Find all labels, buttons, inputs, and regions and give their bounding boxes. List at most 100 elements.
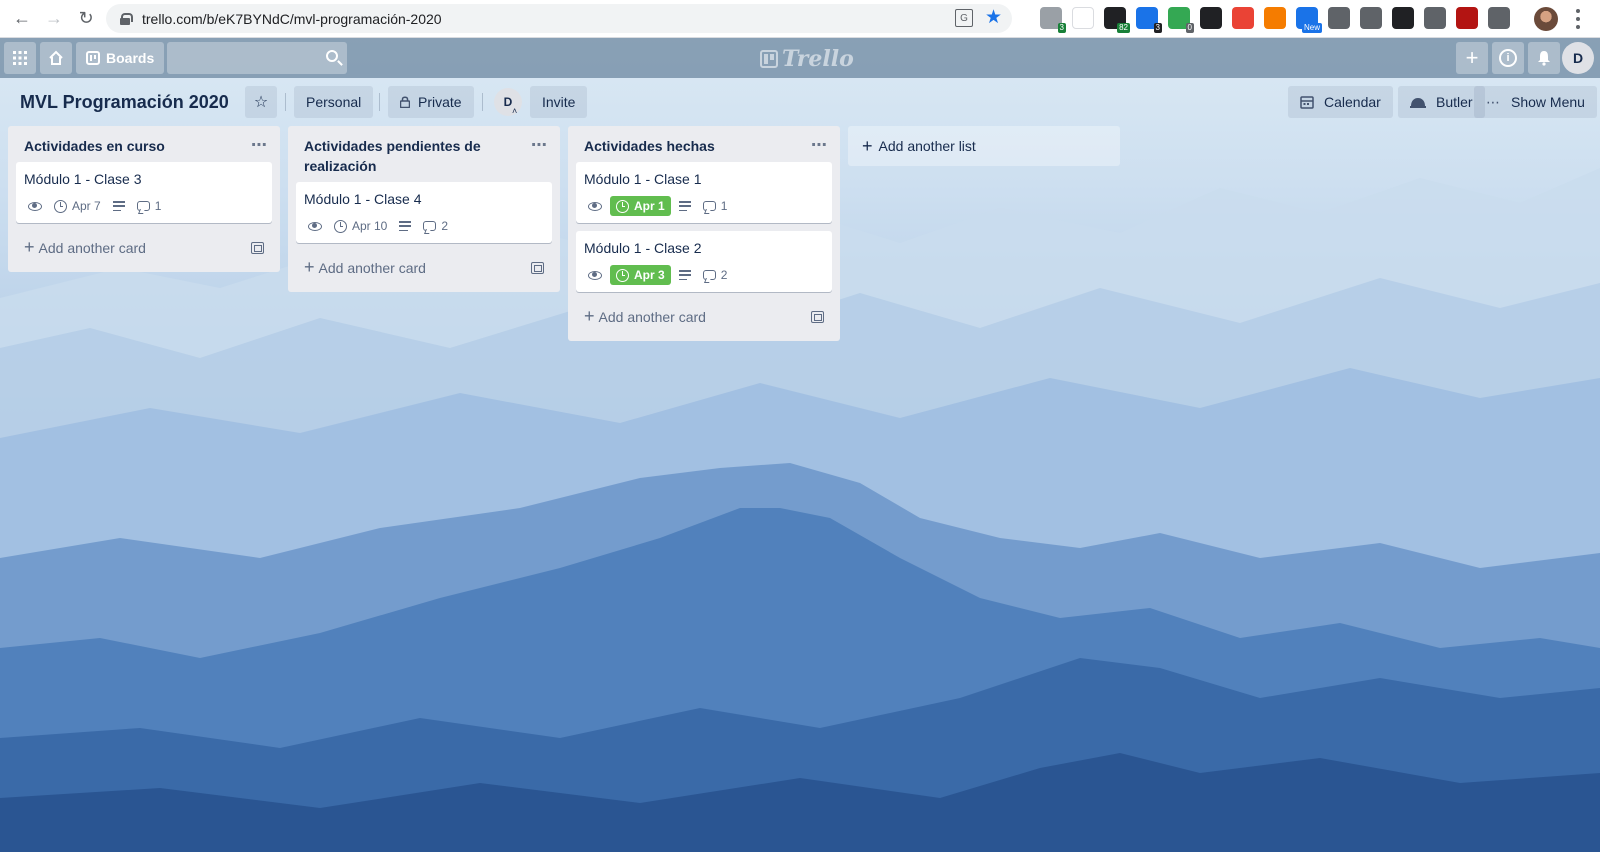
grid-icon xyxy=(13,51,27,65)
ext-12-icon[interactable] xyxy=(1392,7,1414,29)
list-menu-dots-icon[interactable]: ⋯ xyxy=(811,136,828,156)
list-header[interactable]: Actividades pendientes de realización ⋯ xyxy=(288,126,560,182)
card-badges: Apr 7 1 xyxy=(24,195,264,217)
add-card-label: Add another card xyxy=(318,260,426,276)
boards-button[interactable]: Boards xyxy=(76,42,165,74)
comment-icon xyxy=(702,270,716,280)
card-template-icon[interactable] xyxy=(531,261,544,274)
eye-icon xyxy=(588,201,602,211)
invite-button[interactable]: Invite xyxy=(530,86,588,118)
add-card-button[interactable]: + Add another card xyxy=(16,231,272,264)
calendar-icon xyxy=(1300,96,1314,109)
list-header[interactable]: Actividades hechas ⋯ xyxy=(568,126,840,162)
home-button[interactable] xyxy=(40,42,72,74)
notifications-button[interactable] xyxy=(1528,42,1560,74)
trello-logo-text: Trello xyxy=(782,46,854,72)
card[interactable]: Módulo 1 - Clase 1 Apr 1 1 xyxy=(576,162,832,223)
ext-1-icon[interactable]: 3 xyxy=(1040,7,1066,33)
board-title[interactable]: MVL Programación 2020 xyxy=(20,92,229,113)
list-actividades-hechas[interactable]: Actividades hechas ⋯ Módulo 1 - Clase 1 … xyxy=(568,126,840,341)
board-member-avatar[interactable]: D xyxy=(494,88,522,116)
search-icon[interactable] xyxy=(326,50,338,62)
ext-9-icon[interactable]: New xyxy=(1296,7,1322,33)
card[interactable]: Módulo 1 - Clase 3 Apr 7 1 xyxy=(16,162,272,223)
show-menu-label: Show Menu xyxy=(1511,94,1585,110)
extension-badge: New xyxy=(1301,23,1322,33)
list-header[interactable]: Actividades en curso ⋯ xyxy=(8,126,280,162)
comment-icon xyxy=(423,221,437,231)
watching-badge xyxy=(584,196,606,216)
plus-icon: + xyxy=(304,257,315,277)
list-title[interactable]: Actividades hechas xyxy=(584,138,715,154)
card-template-icon[interactable] xyxy=(251,241,264,254)
translate-icon[interactable]: G xyxy=(954,9,973,27)
bookmark-star-icon[interactable]: ★ xyxy=(985,8,1002,28)
card[interactable]: Módulo 1 - Clase 2 Apr 3 2 xyxy=(576,231,832,292)
butler-button[interactable]: Butler xyxy=(1398,86,1485,118)
clock-icon xyxy=(334,219,347,233)
ext-11-icon[interactable] xyxy=(1360,7,1382,29)
home-icon xyxy=(49,50,63,65)
url-text[interactable]: trello.com/b/eK7BYNdC/mvl-programación-2… xyxy=(142,11,442,27)
due-date-badge[interactable]: Apr 10 xyxy=(330,216,391,236)
list-actividades-en-curso[interactable]: Actividades en curso ⋯ Módulo 1 - Clase … xyxy=(8,126,280,272)
clock-icon xyxy=(54,199,67,213)
ext-14-icon[interactable] xyxy=(1456,7,1478,29)
apps-grid-button[interactable] xyxy=(4,42,36,74)
add-card-label: Add another card xyxy=(38,240,146,256)
member-avatar[interactable]: D xyxy=(1562,42,1594,74)
ext-4-icon[interactable]: 3 xyxy=(1136,7,1162,33)
trello-logo-icon xyxy=(760,50,778,68)
list-menu-dots-icon[interactable]: ⋯ xyxy=(251,136,268,156)
search-input[interactable] xyxy=(167,42,347,74)
calendar-button[interactable]: Calendar xyxy=(1288,86,1393,118)
list-menu-dots-icon[interactable]: ⋯ xyxy=(531,136,548,156)
add-list-button[interactable]: + Add another list xyxy=(848,126,1120,166)
back-arrow-icon[interactable]: ← xyxy=(8,5,36,33)
extension-badge: 3 xyxy=(1153,23,1162,33)
address-bar[interactable]: trello.com/b/eK7BYNdC/mvl-programación-2… xyxy=(106,4,1012,33)
eye-icon xyxy=(588,270,602,280)
ext-5-icon[interactable]: 0 xyxy=(1168,7,1194,33)
plus-icon: + xyxy=(584,306,595,326)
list-actividades-pendientes[interactable]: Actividades pendientes de realización ⋯ … xyxy=(288,126,560,292)
browser-toolbar: ← → ↻ trello.com/b/eK7BYNdC/mvl-programa… xyxy=(0,0,1600,38)
add-card-button[interactable]: + Add another card xyxy=(576,300,832,333)
forward-arrow-icon[interactable]: → xyxy=(40,5,68,33)
visibility-button[interactable]: Private xyxy=(388,86,474,118)
watching-badge xyxy=(584,265,606,285)
description-badge xyxy=(675,196,695,216)
due-date-complete-badge[interactable]: Apr 3 xyxy=(610,265,671,285)
ext-13-icon[interactable] xyxy=(1424,7,1446,29)
add-card-button[interactable]: + Add another card xyxy=(296,251,552,284)
card[interactable]: Módulo 1 - Clase 4 Apr 10 2 xyxy=(296,182,552,243)
due-date-complete-badge[interactable]: Apr 1 xyxy=(610,196,671,216)
ext-7-icon[interactable] xyxy=(1232,7,1254,29)
team-button[interactable]: Personal xyxy=(294,86,374,118)
ext-2-icon[interactable] xyxy=(1072,7,1094,29)
ext-10-icon[interactable] xyxy=(1328,7,1350,29)
browser-profile-avatar[interactable] xyxy=(1534,7,1558,31)
ext-3-icon[interactable]: 82 xyxy=(1104,7,1130,33)
due-date-text: Apr 3 xyxy=(634,268,665,282)
ext-8-icon[interactable] xyxy=(1264,7,1286,29)
due-date-badge[interactable]: Apr 7 xyxy=(50,196,105,216)
show-menu-button[interactable]: ⋯ Show Menu xyxy=(1474,86,1597,118)
add-list-label: Add another list xyxy=(878,138,976,154)
ext-15-icon[interactable] xyxy=(1488,7,1510,29)
trello-logo[interactable]: Trello xyxy=(760,46,854,72)
list-title[interactable]: Actividades pendientes de realización xyxy=(304,138,481,174)
plus-icon: + xyxy=(862,135,873,156)
due-date-text: Apr 1 xyxy=(634,199,665,213)
card-template-icon[interactable] xyxy=(811,310,824,323)
reload-icon[interactable]: ↻ xyxy=(72,5,100,33)
card-title: Módulo 1 - Clase 1 xyxy=(584,171,702,187)
info-button[interactable]: i xyxy=(1492,42,1524,74)
list-title[interactable]: Actividades en curso xyxy=(24,138,165,154)
browser-menu-icon[interactable] xyxy=(1576,9,1580,29)
ext-6-icon[interactable] xyxy=(1200,7,1222,29)
star-board-button[interactable]: ☆ xyxy=(245,86,277,118)
create-button[interactable]: + xyxy=(1456,42,1488,74)
divider xyxy=(285,93,286,111)
lock-icon xyxy=(120,12,133,25)
